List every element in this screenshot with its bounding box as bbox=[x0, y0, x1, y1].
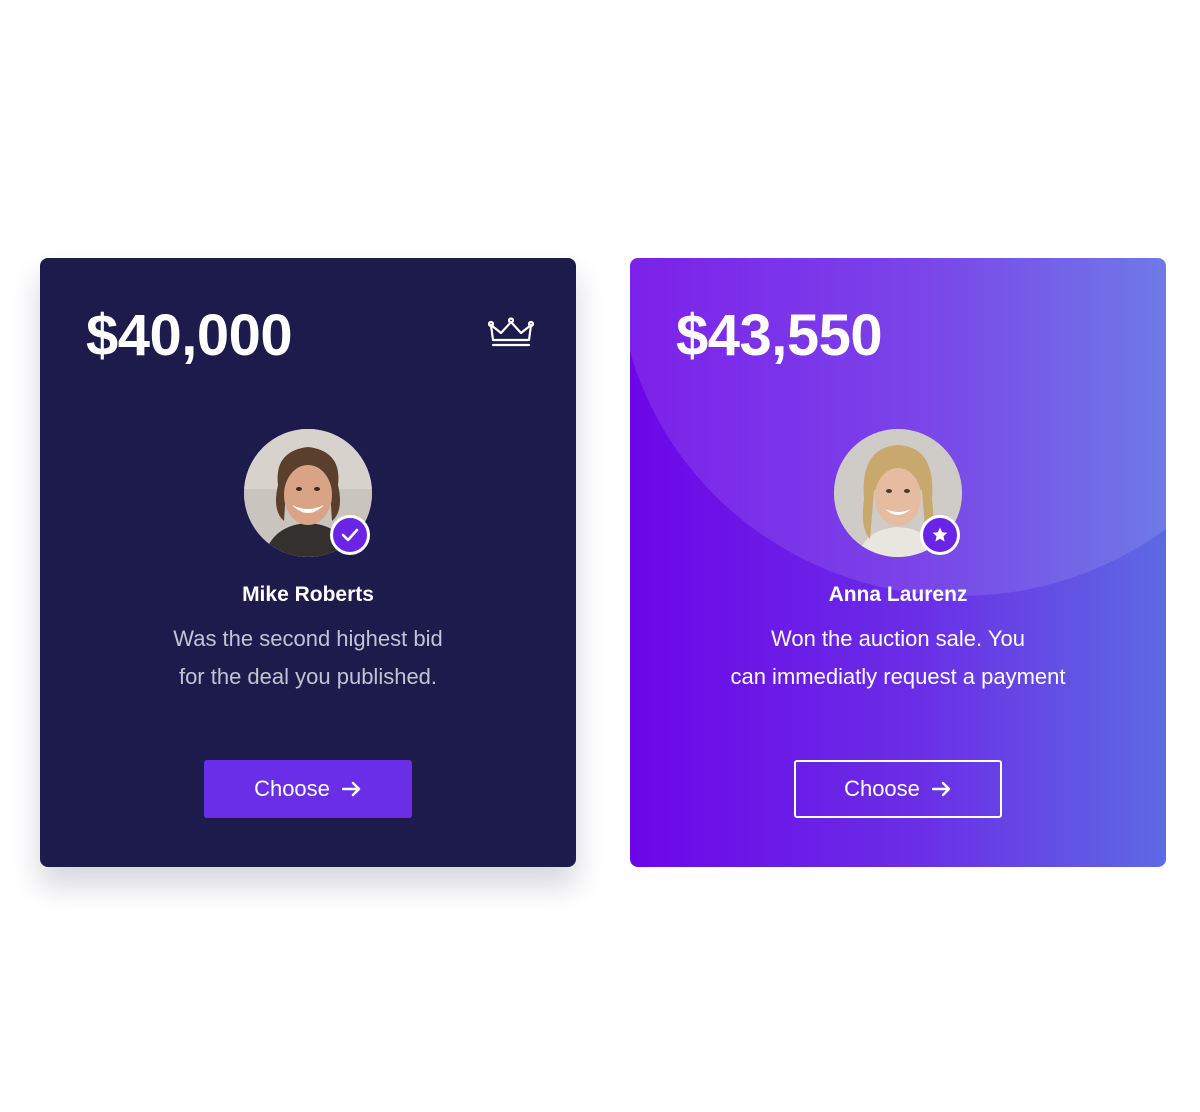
check-icon bbox=[341, 528, 359, 542]
description-line: for the deal you published. bbox=[178, 664, 438, 689]
bid-card-anna-laurenz: $43,550 Anna Laurenz Won the auction sal… bbox=[630, 258, 1166, 867]
user-avatar-group bbox=[834, 429, 962, 557]
crown-icon bbox=[488, 317, 534, 347]
description-line: can immediatly request a payment bbox=[730, 664, 1066, 689]
bid-price: $43,550 bbox=[676, 303, 883, 368]
star-icon bbox=[932, 527, 948, 542]
bid-description: Won the auction sale. You can immediatly… bbox=[630, 620, 1166, 696]
choose-button-label: Choose bbox=[254, 776, 330, 801]
description-line: Won the auction sale. You bbox=[770, 626, 1025, 651]
choose-button-label: Choose bbox=[844, 776, 920, 801]
description-line: Was the second highest bid bbox=[173, 626, 443, 651]
featured-badge bbox=[920, 515, 960, 555]
arrow-right-icon bbox=[931, 781, 951, 797]
choose-button[interactable]: Choose bbox=[204, 760, 412, 818]
bidder-name: Anna Laurenz bbox=[828, 583, 968, 606]
bid-card-mike-roberts: $40,000 Mike Roberts Was the second high… bbox=[40, 258, 576, 867]
user-avatar-group bbox=[244, 429, 372, 557]
bid-price: $40,000 bbox=[86, 303, 293, 368]
bid-description: Was the second highest bid for the deal … bbox=[40, 620, 576, 696]
verified-badge bbox=[330, 515, 370, 555]
choose-button[interactable]: Choose bbox=[794, 760, 1002, 818]
bid-cards-stage: $40,000 Mike Roberts Was the second high… bbox=[0, 0, 1200, 1112]
arrow-right-icon bbox=[341, 781, 361, 797]
bidder-name: Mike Roberts bbox=[242, 583, 374, 606]
